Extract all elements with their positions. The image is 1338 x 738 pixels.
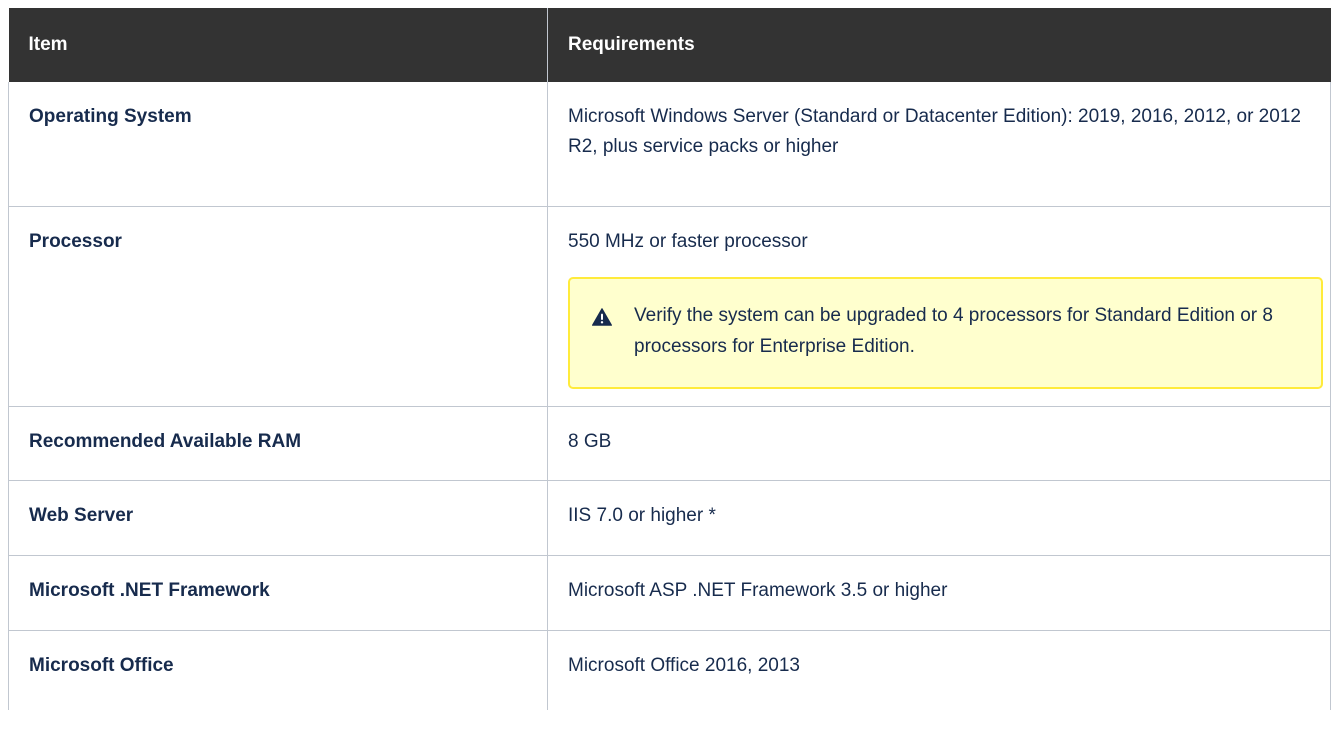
requirement-cell: 550 MHz or faster processor Verify the s… xyxy=(547,206,1331,407)
requirement-cell: IIS 7.0 or higher * xyxy=(547,480,1331,556)
table-row: Processor 550 MHz or faster processor Ve… xyxy=(8,206,1331,407)
table-row: Recommended Available RAM 8 GB xyxy=(8,406,1331,481)
item-cell: Recommended Available RAM xyxy=(8,406,548,481)
column-header-item: Item xyxy=(8,8,548,82)
requirements-table: Item Requirements Operating System Micro… xyxy=(8,8,1331,710)
page: Item Requirements Operating System Micro… xyxy=(0,0,1338,738)
requirement-cell: Microsoft ASP .NET Framework 3.5 or high… xyxy=(547,555,1331,631)
table-header-row: Item Requirements xyxy=(8,8,1331,82)
requirement-cell: Microsoft Office 2016, 2013 xyxy=(547,630,1331,710)
warning-note: Verify the system can be upgraded to 4 p… xyxy=(568,276,1323,389)
item-cell: Web Server xyxy=(8,480,548,556)
item-cell: Microsoft Office xyxy=(8,630,548,710)
table-row: Microsoft .NET Framework Microsoft ASP .… xyxy=(8,555,1331,631)
warning-icon xyxy=(592,307,612,326)
item-cell: Processor xyxy=(8,206,548,407)
column-header-requirements: Requirements xyxy=(547,8,1331,82)
item-cell: Operating System xyxy=(8,82,548,207)
warning-text: Verify the system can be upgraded to 4 p… xyxy=(634,304,1273,357)
requirement-text: 550 MHz or faster processor xyxy=(568,230,808,252)
item-cell: Microsoft .NET Framework xyxy=(8,555,548,631)
table-row: Microsoft Office Microsoft Office 2016, … xyxy=(8,630,1331,710)
requirement-cell: Microsoft Windows Server (Standard or Da… xyxy=(547,82,1331,207)
table-row: Web Server IIS 7.0 or higher * xyxy=(8,480,1331,556)
requirement-cell: 8 GB xyxy=(547,406,1331,481)
table-row: Operating System Microsoft Windows Serve… xyxy=(8,82,1331,207)
